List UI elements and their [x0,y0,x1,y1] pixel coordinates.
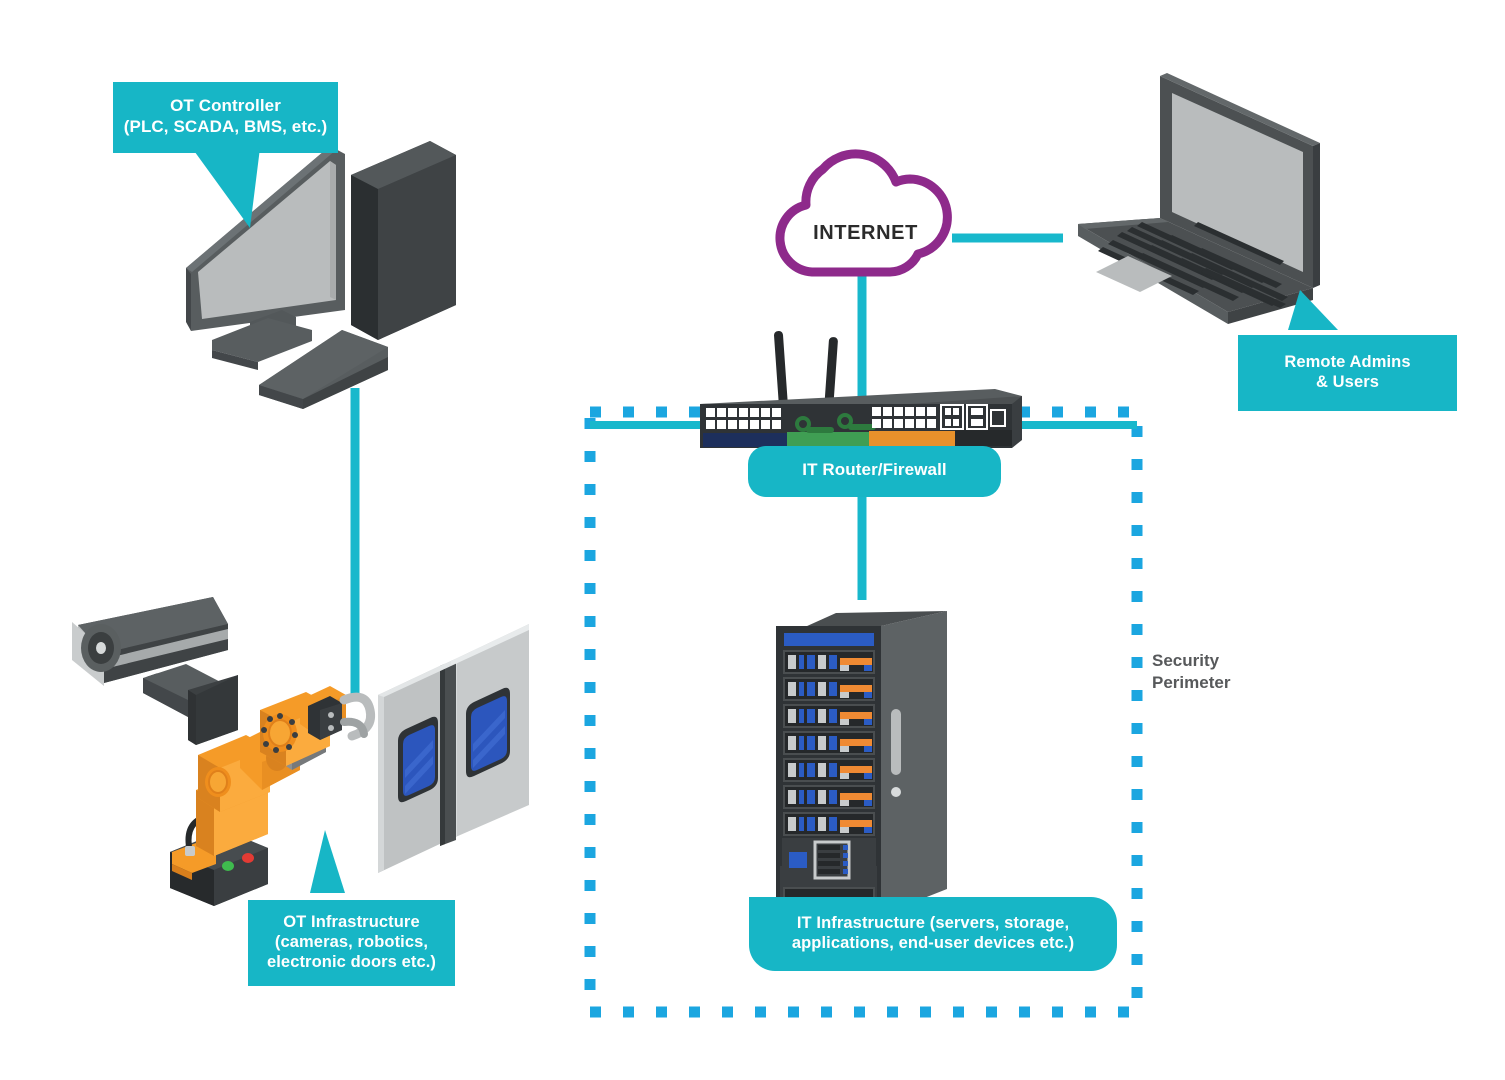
label-internet: INTERNET [813,222,918,244]
diagram-canvas: OT Controller (PLC, SCADA, BMS, etc.) OT… [0,0,1505,1080]
desktop-computer-icon [186,141,456,409]
label-ot-infrastructure-line3: electronic doors etc.) [266,953,437,972]
label-security-perimeter: Security Perimeter [1152,650,1322,694]
rack-blade-row [783,650,875,674]
label-ot-controller-line2: (PLC, SCADA, BMS, etc.) [123,116,328,136]
label-ot-controller-line1: OT Controller [170,96,281,115]
rack-blade-row [783,758,875,782]
rack-controller-unit [782,838,876,882]
label-remote-admins-line2: & Users [1315,373,1380,392]
cloud-icon [775,149,952,277]
connector-lines [350,233,1137,695]
rack-blade-row [783,812,875,836]
rack-blade-row [783,677,875,701]
cctv-camera-icon [72,597,238,745]
label-ot-infrastructure-line1: OT Infrastructure [283,913,420,931]
label-it-infrastructure: IT Infrastructure (servers, storage, app… [749,897,1117,972]
label-remote-admins: Remote Admins & Users [1238,335,1457,412]
label-ot-infrastructure-line2: (cameras, robotics, [274,933,429,952]
label-remote-admins-line1: Remote Admins [1284,353,1411,371]
server-rack-icon [776,611,947,915]
label-ot-controller: OT Controller (PLC, SCADA, BMS, etc.) [113,82,338,154]
rack-blade-row [783,731,875,755]
label-it-infrastructure-line1: IT Infrastructure (servers, storage, [796,914,1070,932]
laptop-icon [1078,73,1320,324]
rack-blade-row [783,785,875,809]
label-security-perimeter-line2: Perimeter [1152,672,1231,692]
label-it-infrastructure-line2: applications, end-user devices etc.) [791,934,1075,953]
rack-blade-row [783,704,875,728]
label-ot-infrastructure: OT Infrastructure (cameras, robotics, el… [248,900,455,987]
label-security-perimeter-line1: Security [1152,651,1220,670]
label-it-router-firewall: IT Router/Firewall [748,446,1001,497]
double-door-icon [378,624,529,873]
